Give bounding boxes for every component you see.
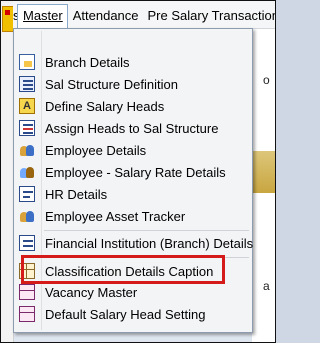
menu-pre-salary-transactions[interactable]: Pre Salary Transactions <box>143 6 276 28</box>
background-banner <box>252 151 275 193</box>
menu-item-define-salary-heads[interactable]: A Define Salary Heads <box>14 95 252 117</box>
menu-item-label: Financial Institution (Branch) Details <box>45 236 254 251</box>
menu-item-label: Employee Details <box>45 143 147 158</box>
menu-item-label: Sal Structure Definition <box>45 77 178 92</box>
asset-tracker-icon <box>19 208 35 224</box>
menu-master-label: Master <box>23 8 63 23</box>
menu-attendance[interactable]: Attendance <box>68 6 143 28</box>
salary-rate-icon <box>19 164 35 180</box>
menu-item-label: Vacancy Master <box>45 285 138 300</box>
menu-item-label: Define Salary Heads <box>45 99 165 114</box>
assign-heads-icon <box>19 120 35 136</box>
default-salary-head-icon <box>19 306 35 322</box>
screenshot-frame: s Master Attendance Pre Salary Transacti… <box>0 0 276 343</box>
menu-item-assign-heads[interactable]: Assign Heads to Sal Structure <box>14 117 252 139</box>
menu-item-employee-salary-rate[interactable]: Employee - Salary Rate Details <box>14 161 252 183</box>
master-dropdown-menu: Branch Details Sal Structure Definition … <box>13 28 253 333</box>
salary-heads-icon: A <box>19 98 35 114</box>
menu-separator <box>44 230 249 231</box>
menu-item-vacancy-master[interactable]: Vacancy Master <box>14 281 252 303</box>
vacancy-icon <box>19 284 35 300</box>
menu-item-sal-structure-definition[interactable]: Sal Structure Definition <box>14 73 252 95</box>
bg-char-1: o <box>263 73 270 87</box>
branch-details-icon <box>19 54 35 70</box>
bg-char-2: a <box>263 279 270 293</box>
sal-structure-icon <box>19 76 35 92</box>
menu-item-label: Employee Asset Tracker <box>45 209 186 224</box>
menu-item-hr-details[interactable]: HR Details <box>14 183 252 205</box>
menu-item-label: Default Salary Head Setting <box>45 307 206 322</box>
menu-item-label: Employee - Salary Rate Details <box>45 165 226 180</box>
hr-details-icon <box>19 186 35 202</box>
menu-master[interactable]: Master <box>17 4 68 29</box>
menubar: s Master Attendance Pre Salary Transacti… <box>13 1 275 29</box>
employee-details-icon <box>19 142 35 158</box>
menu-item-label: Assign Heads to Sal Structure <box>45 121 219 136</box>
financial-institution-icon <box>19 235 35 251</box>
menu-item-employee-asset-tracker[interactable]: Employee Asset Tracker <box>14 205 252 227</box>
menu-item-label: Branch Details <box>45 55 130 70</box>
menu-pre-salary-label: Pre Salary Transactions <box>147 8 276 23</box>
menu-item-default-salary-head-setting[interactable]: Default Salary Head Setting <box>14 303 252 325</box>
menu-attendance-label: Attendance <box>72 8 139 23</box>
menu-item-financial-institution[interactable]: Financial Institution (Branch) Details <box>14 232 254 254</box>
menu-item-branch-details[interactable]: Branch Details <box>14 51 252 73</box>
menu-item-label: HR Details <box>45 187 108 202</box>
menu-item-employee-details[interactable]: Employee Details <box>14 139 252 161</box>
highlight-box <box>21 255 225 284</box>
